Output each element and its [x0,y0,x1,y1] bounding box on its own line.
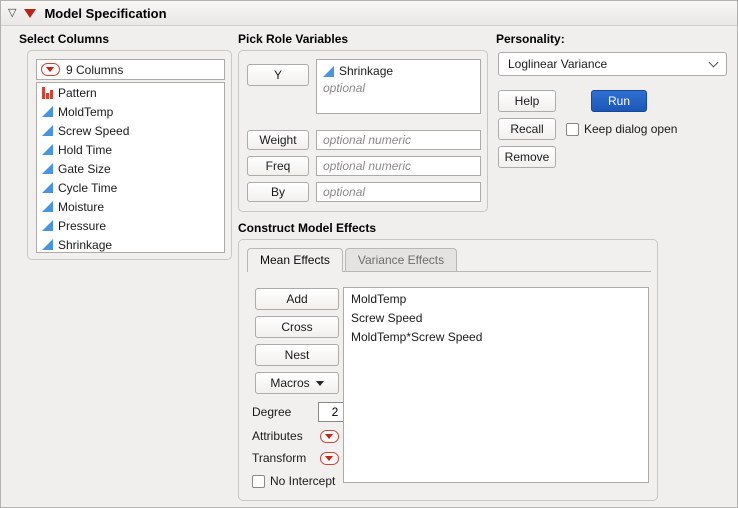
y-placeholder: optional [323,81,366,95]
column-label: Moisture [58,199,105,214]
column-label: Hold Time [58,142,113,157]
no-intercept-option[interactable]: No Intercept [252,474,335,488]
macros-button-label: Macros [270,376,310,390]
help-button[interactable]: Help [498,90,556,112]
nest-button[interactable]: Nest [255,344,339,366]
effect-item[interactable]: MoldTemp*Screw Speed [344,328,648,347]
columns-count-label: 9 Columns [66,62,124,77]
personality-dropdown[interactable]: Loglinear Variance [498,52,727,76]
model-effects-list: MoldTemp Screw Speed MoldTemp*Screw Spee… [343,287,649,483]
by-role-button[interactable]: By [247,182,309,202]
no-intercept-checkbox[interactable] [252,474,265,488]
continuous-icon [42,106,53,117]
personality-selected-value: Loglinear Variance [508,57,608,71]
column-label: Cycle Time [58,180,118,195]
by-placeholder: optional [323,185,366,199]
columns-count-menu[interactable]: 9 Columns [36,59,225,80]
red-triangle-menu-icon[interactable] [24,8,37,18]
column-label: Screw Speed [58,123,130,138]
weight-role-button[interactable]: Weight [247,130,309,150]
column-label: MoldTemp [58,104,114,119]
continuous-icon [42,182,53,193]
column-label: Pressure [58,218,107,233]
column-label: Gate Size [58,161,111,176]
bar-chart-icon [42,86,53,99]
pick-roles-header: Pick Role Variables [238,32,349,46]
keep-dialog-open-checkbox[interactable] [566,122,579,136]
add-button[interactable]: Add [255,288,339,310]
y-drop-zone[interactable]: Shrinkage optional [316,59,481,114]
y-role-value[interactable]: Shrinkage [339,64,393,78]
disclosure-triangle-icon[interactable]: ▽ [8,7,16,19]
effects-tab-bar: Mean Effects Variance Effects [247,248,651,272]
column-item[interactable]: Screw Speed [37,121,224,140]
no-intercept-label: No Intercept [270,474,336,488]
keep-dialog-open-option[interactable]: Keep dialog open [566,122,677,136]
run-button[interactable]: Run [591,90,647,112]
column-item[interactable]: MoldTemp [37,102,224,121]
column-item[interactable]: Cycle Time [37,178,224,197]
freq-role-button[interactable]: Freq [247,156,309,176]
tab-variance-effects[interactable]: Variance Effects [344,248,458,271]
construct-model-effects-header: Construct Model Effects [238,221,377,235]
column-item[interactable]: Pattern [37,83,224,102]
continuous-icon [323,65,334,77]
transform-row: Transform [252,451,339,465]
column-item[interactable]: Pressure [37,216,224,235]
continuous-icon [42,144,53,155]
chevron-down-icon [708,57,719,68]
cross-button[interactable]: Cross [255,316,339,338]
weight-drop-zone[interactable]: optional numeric [316,130,481,150]
construct-model-effects-panel: Mean Effects Variance Effects Add Cross … [238,239,658,501]
keep-dialog-open-label: Keep dialog open [584,122,678,136]
freq-placeholder: optional numeric [323,159,412,173]
column-label: Pattern [58,85,97,100]
column-item[interactable]: Gate Size [37,159,224,178]
effect-item[interactable]: Screw Speed [344,309,648,328]
recall-button[interactable]: Recall [498,118,556,140]
attributes-row: Attributes [252,429,339,443]
personality-label: Personality: [496,32,565,46]
pick-roles-panel: Y Shrinkage optional Weight optional num… [238,50,488,212]
column-item[interactable]: Shrinkage [37,235,224,252]
attributes-label: Attributes [252,429,303,443]
dropdown-arrow-icon [315,380,324,386]
column-label: Shrinkage [58,237,113,252]
transform-label: Transform [252,451,307,465]
column-item[interactable]: Hold Time [37,140,224,159]
freq-drop-zone[interactable]: optional numeric [316,156,481,176]
column-item[interactable]: Moisture [37,197,224,216]
attributes-red-triangle-icon[interactable] [320,429,339,443]
columns-red-triangle-icon[interactable] [41,63,60,76]
tab-mean-effects[interactable]: Mean Effects [247,248,343,272]
remove-button[interactable]: Remove [498,146,556,168]
by-drop-zone[interactable]: optional [316,182,481,202]
weight-placeholder: optional numeric [323,133,412,147]
titlebar: ▽ Model Specification [1,1,737,26]
transform-red-triangle-icon[interactable] [320,451,339,465]
continuous-icon [42,220,53,231]
y-role-button[interactable]: Y [247,64,309,86]
effect-item[interactable]: MoldTemp [344,290,648,309]
continuous-icon [42,163,53,174]
columns-list: Pattern MoldTemp Screw Speed Hold Time G… [36,82,225,253]
macros-button[interactable]: Macros [255,372,339,394]
select-columns-header: Select Columns [19,32,110,46]
degree-label: Degree [252,405,292,419]
continuous-icon [42,201,53,212]
continuous-icon [42,239,53,250]
degree-row: Degree [252,402,352,422]
model-specification-window: ▽ Model Specification Select Columns 9 C… [0,0,738,508]
select-columns-panel: 9 Columns Pattern MoldTemp Screw Speed H… [27,50,232,260]
continuous-icon [42,125,53,136]
window-title: Model Specification [44,5,167,21]
